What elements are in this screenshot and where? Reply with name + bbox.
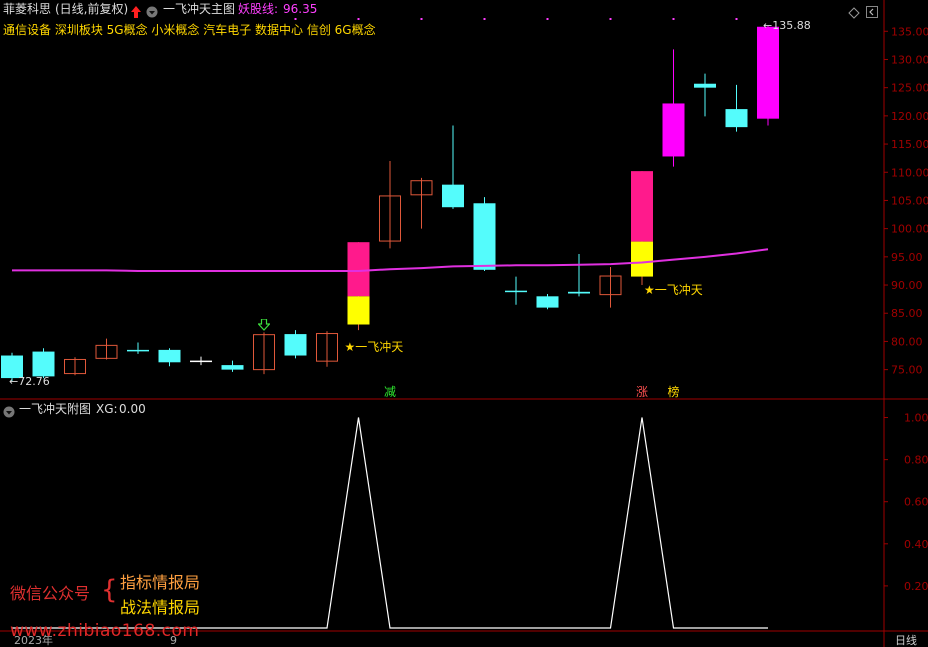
candle-body-lower xyxy=(347,296,370,325)
top-dot-marker xyxy=(672,18,675,20)
xg-label: XG: xyxy=(96,402,118,416)
price-tick-label: 105.00 xyxy=(891,194,928,207)
top-dot-marker xyxy=(357,18,360,20)
xg-line xyxy=(12,417,768,629)
top-dot-marker xyxy=(483,18,486,20)
xg-tick-label: 1.00 xyxy=(904,412,928,425)
candle-body xyxy=(32,351,55,377)
year-label: 2023年 xyxy=(14,634,53,647)
top-dot-marker xyxy=(420,18,423,20)
price-tick-label: 110.00 xyxy=(891,166,928,179)
price-tick-label: 95.00 xyxy=(891,251,923,264)
xg-tick-label: 0.80 xyxy=(904,454,928,467)
price-tick-label: 85.00 xyxy=(891,307,923,320)
candle-body xyxy=(505,290,527,293)
watermark-line1: 指标情报局 xyxy=(120,573,201,592)
badge-list: 榜 xyxy=(667,385,680,399)
demon-line xyxy=(12,248,769,272)
price-tick-label: 135.00 xyxy=(891,25,928,38)
candle-body xyxy=(757,26,779,119)
top-dot-marker xyxy=(294,18,297,20)
badge-reduce: 减 xyxy=(384,385,397,399)
xg-value: 0.00 xyxy=(119,402,146,416)
month-label: 9 xyxy=(170,634,177,647)
candle-body-upper xyxy=(347,242,370,297)
top-dot-marker xyxy=(735,18,738,20)
watermark-wechat: 微信公众号 xyxy=(10,584,91,603)
price-tick-label: 80.00 xyxy=(891,335,923,348)
chart-canvas: 75.0080.0085.0090.0095.00100.00105.00110… xyxy=(0,0,928,647)
candle-body xyxy=(442,184,464,208)
candle-body xyxy=(158,349,181,363)
candle-body xyxy=(127,349,149,352)
candle-body xyxy=(568,291,590,294)
xg-tick-label: 0.40 xyxy=(904,538,928,551)
badge-limit-up: 涨 xyxy=(636,385,649,399)
candle-body xyxy=(694,83,716,88)
price-tick-label: 115.00 xyxy=(891,138,928,151)
high-price-label: ←135.88 xyxy=(763,18,811,32)
buy-arrow-down-icon xyxy=(257,316,271,335)
signal-label-2: ★一飞冲天 xyxy=(644,283,703,298)
watermark-brace: { xyxy=(101,575,118,605)
price-tick-label: 75.00 xyxy=(891,364,923,377)
price-tick-label: 90.00 xyxy=(891,279,923,292)
candle-body xyxy=(284,334,307,356)
candle-body-upper xyxy=(631,171,653,242)
candle-body xyxy=(536,296,559,308)
signal-label-1: ★一飞冲天 xyxy=(344,340,404,355)
sub-indicator-name[interactable]: 一飞冲天附图 xyxy=(19,402,91,416)
candle-body xyxy=(725,109,748,128)
period-button-daily[interactable]: 日线 xyxy=(895,634,917,647)
candle-body xyxy=(221,365,244,370)
xg-tick-label: 0.20 xyxy=(904,580,928,593)
price-tick-label: 100.00 xyxy=(891,223,928,236)
top-dot-marker xyxy=(609,18,612,20)
top-dot-marker xyxy=(546,18,549,20)
candle-body xyxy=(190,360,212,363)
price-tick-label: 125.00 xyxy=(891,82,928,95)
candle-body xyxy=(473,203,496,270)
price-tick-label: 120.00 xyxy=(891,110,928,123)
watermark-line2: 战法情报局 xyxy=(120,598,201,617)
candle-body-lower xyxy=(631,241,653,277)
candle-body xyxy=(662,103,685,157)
price-tick-label: 130.00 xyxy=(891,53,928,66)
low-price-label: ←72.76 xyxy=(9,375,50,389)
sub-dropdown-circle-icon[interactable] xyxy=(3,403,15,422)
xg-tick-label: 0.60 xyxy=(904,496,928,509)
